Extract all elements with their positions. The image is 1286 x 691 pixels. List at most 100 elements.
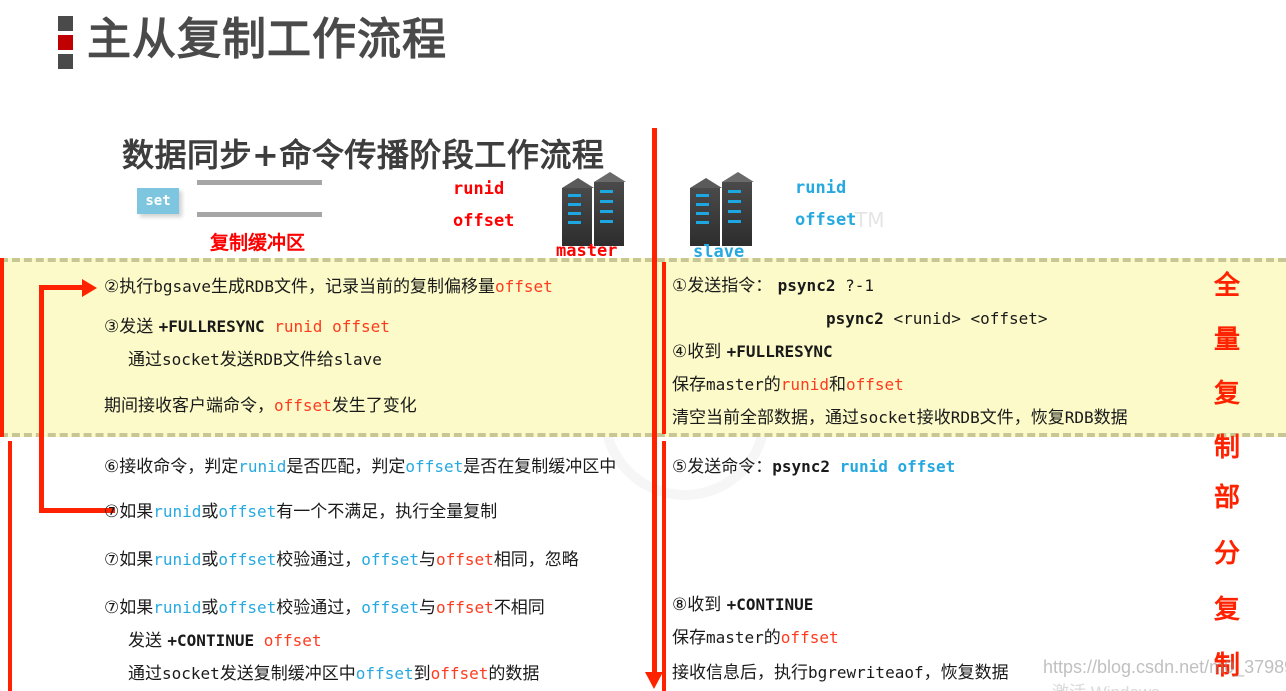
full-sync-master-line: 期间接收客户端命令，offset发生了变化 [104, 398, 417, 415]
text-run: 通过 [128, 350, 162, 370]
set-command-badge: set [137, 188, 179, 214]
text-run: 保存 [672, 375, 706, 395]
text-run [265, 317, 275, 336]
text-run: 期间接收客户端命令， [104, 396, 274, 416]
partial-sync-master-line: ⑦如果runid或offset有一个不满足，执行全量复制 [104, 504, 497, 521]
partial-replication-label-char: 部 [1214, 483, 1241, 513]
text-run: psync2 [826, 309, 884, 328]
full-replication-label-char: 全 [1214, 271, 1241, 301]
text-run [254, 631, 264, 650]
text-run: offset [845, 375, 904, 394]
text-run: offset [361, 598, 420, 617]
text-run: bgsave [153, 277, 212, 296]
text-run: ⑦如果 [104, 598, 154, 618]
divider-arrowhead-icon [645, 672, 663, 689]
text-run: runid offset [839, 457, 956, 476]
right-panel-border-top [662, 262, 666, 434]
text-run: runid [238, 457, 287, 476]
text-run: +FULLRESYNC [726, 342, 833, 361]
buffer-bar-top [197, 180, 322, 185]
text-run: 不相同 [493, 598, 545, 618]
text-run [884, 309, 894, 328]
text-run: 文件给 [282, 350, 334, 370]
partial-sync-slave-line: ⑤发送命令：psync2 runid offset [672, 459, 955, 476]
text-run: RDB [245, 277, 274, 296]
text-run: 是否在复制缓冲区中 [463, 457, 617, 477]
text-run: +FULLRESYNC [158, 317, 265, 336]
partial-replication-label-char: 复 [1214, 595, 1241, 625]
buffer-bar-bottom [197, 212, 322, 217]
text-run: 或 [201, 550, 219, 570]
partial-replication-label: 部分复制 [1214, 485, 1240, 679]
text-run: 数据 [1093, 408, 1128, 428]
text-run: ①发送指令： [672, 276, 778, 296]
full-sync-slave-line: 清空当前全部数据，通过socket接收RDB文件，恢复RDB数据 [672, 410, 1128, 427]
slave-field-offset: offset [795, 210, 857, 230]
text-run: master [706, 375, 764, 394]
page-title-row: 主从复制工作流程 [58, 12, 447, 69]
full-sync-master-line: ②执行bgsave生成RDB文件，记录当前的复制偏移量offset [104, 279, 553, 296]
text-run: 发生了变化 [331, 396, 417, 416]
full-sync-slave-line: ④收到 +FULLRESYNC [672, 344, 833, 361]
text-run: 的 [763, 628, 781, 648]
full-sync-slave-line: psync2 <runid> <offset> [826, 311, 1048, 328]
text-run: ?-1 [845, 276, 874, 295]
text-run: offset [780, 628, 839, 647]
text-run: 的 [763, 375, 781, 395]
text-run: 有一个不满足，执行全量复制 [276, 502, 498, 522]
partial-sync-master-line: 通过socket发送复制缓冲区中offset到offset的数据 [128, 666, 539, 683]
text-run: runid [153, 550, 202, 569]
text-run: +CONTINUE [167, 631, 255, 650]
full-sync-master-line: 通过socket发送RDB文件给slave [128, 352, 382, 369]
partial-sync-master-line: ⑦如果runid或offset校验通过，offset与offset相同，忽略 [104, 552, 579, 569]
partial-sync-master-line: ⑥接收命令，判定runid是否匹配，判定offset是否在复制缓冲区中 [104, 459, 616, 476]
partial-sync-slave-line: 接收信息后，执行bgrewriteaof，恢复数据 [672, 665, 1009, 682]
watermark-activate-windows: 激活 Windows [1052, 678, 1160, 691]
text-run: 清空当前全部数据，通过 [672, 408, 859, 428]
text-run: 发送 [219, 350, 254, 370]
full-replication-label-char: 制 [1214, 433, 1241, 463]
text-run: RDB [950, 408, 980, 427]
feedback-arrow-shaft [39, 285, 44, 513]
text-run: ⑦如果 [104, 550, 154, 570]
text-run: RDB [1064, 408, 1094, 427]
text-run: offset [263, 631, 322, 650]
text-run: <runid> <offset> [893, 309, 1048, 328]
text-run: 接收信息后，执行 [672, 663, 808, 683]
full-replication-label: 全量复制 [1214, 273, 1240, 461]
bullet-square-1 [58, 16, 73, 31]
text-run: runid [153, 598, 202, 617]
partial-replication-label-char: 分 [1214, 539, 1241, 569]
text-run: 或 [201, 502, 219, 522]
text-run: offset [355, 664, 414, 683]
feedback-arrowhead-icon [82, 279, 97, 297]
text-run: 相同，忽略 [493, 550, 579, 570]
text-run: 发送 [128, 631, 168, 651]
text-run: runid offset [274, 317, 390, 336]
watermark-tm: TM [855, 208, 885, 232]
left-panel-border-bottom [8, 441, 12, 691]
replication-buffer-label: 复制缓冲区 [210, 232, 306, 254]
text-run: 保存 [672, 628, 706, 648]
text-run: offset [218, 598, 277, 617]
text-run: offset [361, 550, 420, 569]
text-run: 文件，记录当前的复制偏移量 [273, 277, 495, 297]
diagram-title: 数据同步+命令传播阶段工作流程 [122, 136, 605, 174]
text-run: psync2 [772, 457, 831, 476]
text-run: bgrewriteaof [808, 663, 924, 682]
slide-canvas: 黑马 www 主从复制工作流程 数据同步+命令传播阶段工作流程 set 复制缓冲… [0, 0, 1286, 691]
text-run [830, 457, 840, 476]
text-run: master [706, 628, 764, 647]
bullet-marker-icon [58, 16, 73, 69]
master-slave-divider [652, 128, 657, 681]
text-run: 或 [201, 598, 219, 618]
text-run: 与 [419, 550, 437, 570]
partial-sync-slave-line: ⑧收到 +CONTINUE [672, 597, 813, 614]
text-run: 接收 [916, 408, 951, 428]
text-run: 和 [828, 375, 846, 395]
left-panel-border-top [0, 258, 4, 437]
text-run: offset [405, 457, 464, 476]
text-run: offset [218, 502, 277, 521]
text-run: 校验通过， [276, 550, 362, 570]
text-run: socket [859, 408, 917, 427]
